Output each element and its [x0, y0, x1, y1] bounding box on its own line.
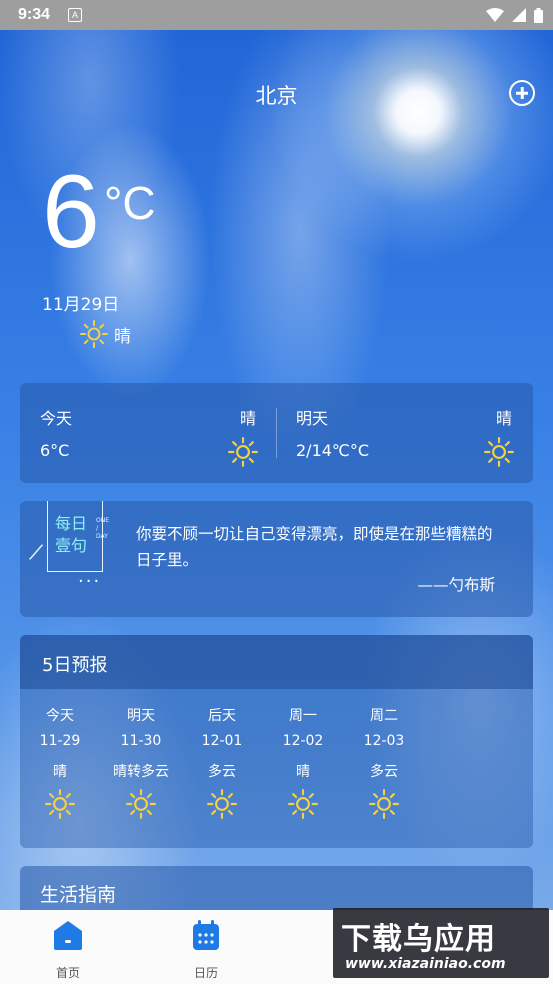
today-temp: 6°C — [40, 441, 70, 460]
forecast-day-condition: 晴转多云 — [113, 764, 169, 780]
calendar-icon — [193, 920, 219, 950]
forecast-title: 5日预报 — [42, 655, 108, 676]
wifi-icon — [486, 8, 504, 22]
sun-icon — [207, 789, 237, 819]
today-panel: 今天 晴 6°C — [20, 383, 276, 483]
forecast-day-name: 明天 — [127, 708, 155, 724]
sun-icon — [80, 320, 108, 348]
tomorrow-temp: 2/14℃°C — [296, 441, 370, 460]
forecast-day-date: 12-03 — [363, 733, 405, 749]
tab-home[interactable]: 首页 — [23, 910, 113, 984]
forecast-day-name: 今天 — [46, 708, 74, 724]
daily-quote-card[interactable]: ⁄ 每日 壹句 ONE / DAY ··· 你要不顾一切让自己变得漂亮，即使是在… — [20, 501, 533, 617]
today-condition: 晴 — [239, 409, 256, 428]
forecast-day-name: 周二 — [370, 708, 398, 724]
logo-small-text: ONE / DAY — [96, 517, 109, 541]
quote-text: 你要不顾一切让自己变得漂亮，即使是在那些糟糕的日子里。 — [136, 525, 493, 569]
today-tomorrow-card[interactable]: 今天 晴 6°C 明天 晴 2/14℃°C — [20, 383, 533, 483]
daily-quote-logo: ⁄ 每日 壹句 ONE / DAY ··· — [32, 501, 132, 601]
notification-a-icon: A — [68, 8, 83, 22]
tomorrow-panel: 明天 晴 2/14℃°C — [276, 383, 532, 483]
quote-author: ——勺布斯 — [417, 576, 495, 594]
logo-dots: ··· — [78, 571, 102, 592]
logo-slash: ⁄ — [31, 540, 40, 567]
life-guide-title: 生活指南 — [40, 884, 117, 906]
sun-icon — [126, 789, 156, 819]
home-icon — [54, 921, 82, 950]
watermark-url: www.xiazainiao.com — [345, 956, 506, 972]
tab-calendar[interactable]: 日历 — [161, 910, 251, 984]
forecast-day-condition: 晴 — [53, 764, 67, 780]
forecast-day-date: 11-29 — [39, 733, 81, 749]
sun-icon — [45, 789, 75, 819]
site-watermark: 下载乌应用 www.xiazainiao.com — [333, 908, 549, 978]
battery-icon — [534, 7, 543, 23]
status-icons — [486, 7, 543, 23]
current-condition-text: 晴 — [114, 326, 131, 347]
sun-icon — [288, 789, 318, 819]
logo-small2: / — [96, 525, 99, 532]
logo-text: 每日 壹句 — [55, 513, 87, 557]
forecast-day-condition: 多云 — [370, 764, 398, 780]
sun-icon — [228, 437, 258, 467]
tomorrow-condition: 晴 — [495, 409, 512, 428]
logo-line1: 每日 — [55, 514, 88, 533]
forecast-day-date: 12-02 — [282, 733, 324, 749]
logo-small1: ONE — [96, 517, 110, 524]
forecast-day-date: 12-01 — [201, 733, 243, 749]
sun-icon — [484, 437, 514, 467]
sun-icon — [369, 789, 399, 819]
tab-home-label: 首页 — [55, 966, 80, 980]
logo-small3: DAY — [96, 533, 108, 540]
tab-calendar-label: 日历 — [193, 966, 218, 980]
current-condition-row: 晴 — [80, 320, 131, 348]
current-temperature: 6 — [42, 154, 100, 270]
city-name[interactable]: 北京 — [0, 80, 553, 110]
forecast-day-condition: 晴 — [296, 764, 310, 780]
today-label: 今天 — [40, 409, 73, 428]
forecast-card: 5日预报 今天 11-29 晴 明天 11-30 晴转多云 后天 12-01 多… — [20, 635, 533, 848]
temperature-unit: °C — [104, 177, 156, 229]
watermark-big-text: 下载乌应用 — [341, 922, 496, 957]
signal-icon — [512, 8, 526, 22]
forecast-day-condition: 多云 — [208, 764, 236, 780]
tomorrow-label: 明天 — [296, 409, 329, 428]
current-date: 11月29日 — [42, 295, 120, 315]
forecast-day-date: 11-30 — [120, 733, 162, 749]
status-bar: 9:34 A — [0, 0, 553, 30]
logo-line2: 壹句 — [55, 536, 88, 555]
forecast-day-name: 周一 — [289, 708, 317, 724]
status-time: 9:34 — [18, 6, 51, 23]
add-city-button[interactable] — [509, 80, 535, 106]
forecast-day-name: 后天 — [208, 708, 236, 724]
